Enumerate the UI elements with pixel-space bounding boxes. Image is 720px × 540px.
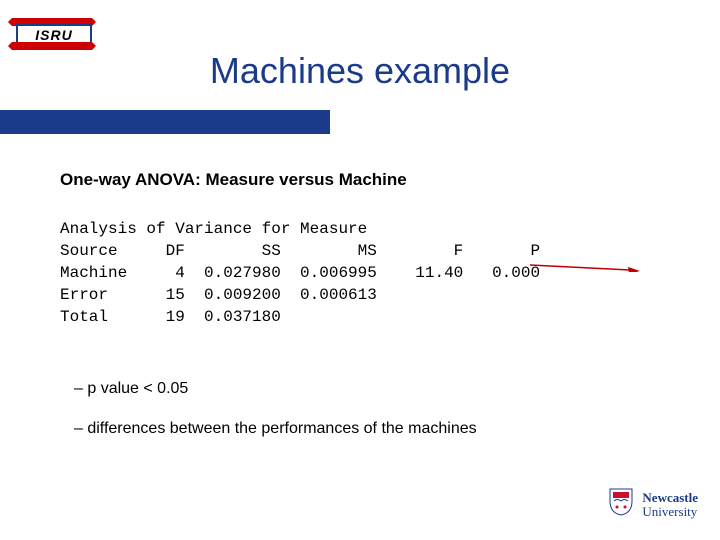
anova-columns: Source DF SS MS F P	[60, 242, 540, 260]
crest-icon	[608, 487, 634, 522]
logo-ribbon-bottom	[12, 42, 92, 50]
anova-subtitle: One-way ANOVA: Measure versus Machine	[60, 170, 407, 190]
bullet-differences: – differences between the performances o…	[74, 420, 477, 438]
anova-row-machine: Machine 4 0.027980 0.006995 11.40 0.000	[60, 264, 540, 282]
university-name: Newcastle University	[642, 491, 698, 519]
university-line2: University	[642, 504, 697, 519]
anova-output: Analysis of Variance for Measure Source …	[60, 218, 540, 328]
anova-header: Analysis of Variance for Measure	[60, 220, 367, 238]
bullet-p-value: – p value < 0.05	[74, 380, 477, 398]
isru-logo: ISRU	[12, 18, 92, 50]
anova-row-total: Total 19 0.037180	[60, 308, 281, 326]
accent-bar	[0, 110, 330, 134]
university-line1: Newcastle	[642, 490, 698, 505]
bullet-list: – p value < 0.05 – differences between t…	[74, 380, 477, 460]
anova-row-error: Error 15 0.009200 0.000613	[60, 286, 377, 304]
newcastle-university-logo: Newcastle University	[608, 487, 698, 522]
page-title: Machines example	[0, 50, 720, 92]
arrow-icon	[530, 262, 640, 272]
